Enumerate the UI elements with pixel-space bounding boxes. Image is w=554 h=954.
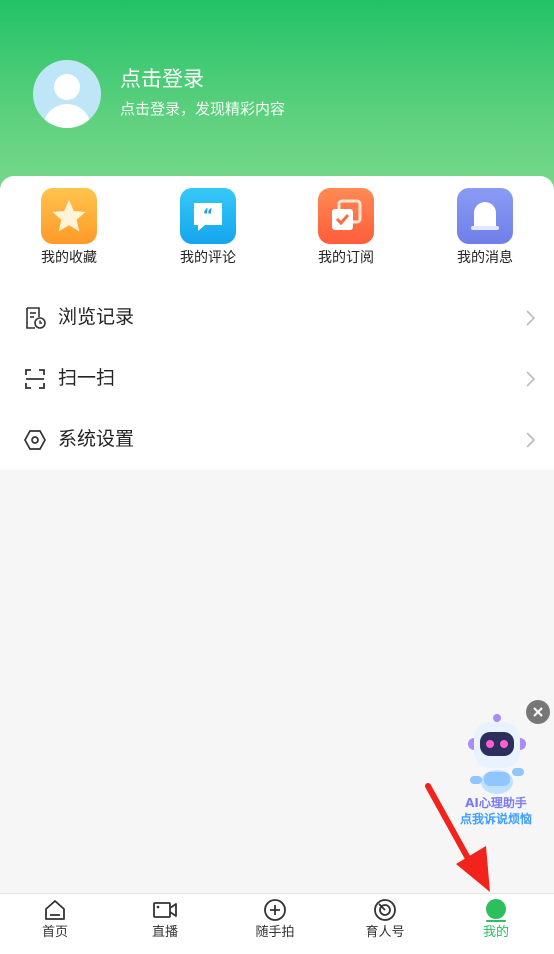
comment-icon: “ [180, 188, 236, 244]
arrow-annotation [420, 780, 500, 900]
quick-action-label: 我的评论 [180, 250, 236, 266]
plus-circle-icon [263, 898, 287, 922]
tab-label: 直播 [151, 925, 178, 940]
tab-label: 随手拍 [255, 925, 295, 940]
menu-item-scan[interactable]: 扫一扫 [0, 348, 554, 408]
quick-action-label: 我的订阅 [318, 250, 374, 266]
menu-item-label: 扫一扫 [58, 367, 116, 389]
menu-item-label: 系统设置 [58, 428, 135, 450]
close-icon[interactable] [526, 700, 550, 724]
tab-label: 首页 [41, 925, 68, 940]
target-icon [373, 898, 397, 922]
svg-text:“: “ [203, 205, 214, 224]
tab-label: 我的 [482, 925, 509, 940]
quick-action-label: 我的消息 [457, 250, 513, 266]
tab-label: 育人号 [365, 925, 405, 940]
subscribe-icon [318, 188, 374, 244]
tab-educator[interactable]: 育人号 [330, 894, 440, 954]
login-subtitle: 点击登录，发现精彩内容 [120, 100, 286, 118]
tab-live[interactable]: 直播 [110, 894, 220, 954]
tab-mine[interactable]: 我的 [441, 894, 551, 954]
chevron-right-icon [524, 370, 538, 388]
home-icon [43, 898, 67, 922]
chevron-right-icon [524, 309, 538, 327]
avatar-body [43, 104, 91, 128]
scan-icon [23, 367, 47, 391]
avatar-head [54, 74, 80, 100]
bottom-tab-bar: 首页 直播 随手拍 育人号 我的 [0, 893, 554, 954]
quick-action-messages[interactable]: 我的消息 [430, 188, 540, 270]
menu-item-label: 浏览记录 [58, 306, 135, 328]
history-icon [23, 306, 47, 330]
menu-item-history[interactable]: 浏览记录 [0, 287, 554, 347]
quick-action-favorites[interactable]: 我的收藏 [14, 188, 124, 270]
video-icon [153, 898, 177, 922]
star-icon [41, 188, 97, 244]
tab-snapshot[interactable]: 随手拍 [220, 894, 330, 954]
quick-action-label: 我的收藏 [41, 250, 97, 266]
avatar[interactable] [33, 60, 101, 128]
menu-item-settings[interactable]: 系统设置 [0, 409, 554, 469]
quick-action-subscriptions[interactable]: 我的订阅 [291, 188, 401, 270]
profile-icon [484, 898, 508, 922]
bell-icon [457, 188, 513, 244]
tab-home[interactable]: 首页 [0, 894, 110, 954]
settings-icon [23, 428, 47, 452]
quick-action-comments[interactable]: “ 我的评论 [153, 188, 263, 270]
chevron-right-icon [524, 431, 538, 449]
login-title[interactable]: 点击登录 [120, 66, 204, 92]
